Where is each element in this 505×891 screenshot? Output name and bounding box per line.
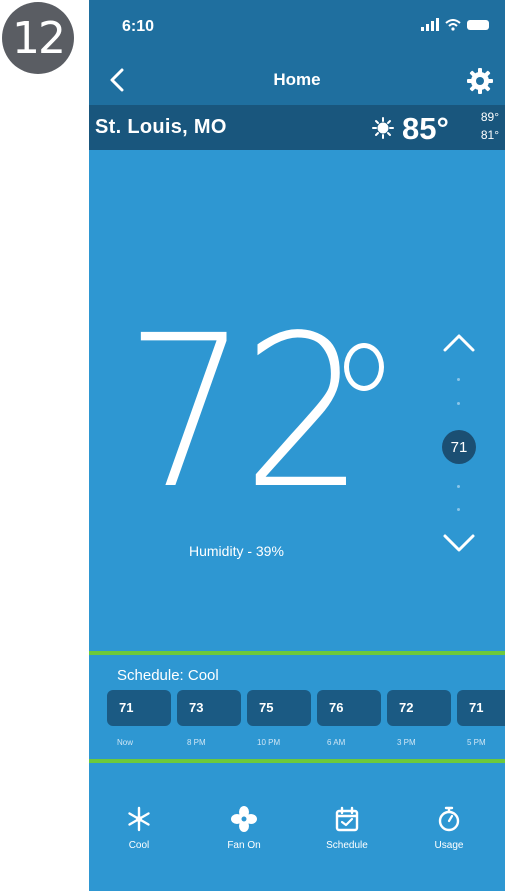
gear-icon[interactable] [465, 66, 495, 96]
fan-icon [231, 806, 257, 832]
city-name: St. Louis, MO [95, 116, 227, 138]
bottom-tab-bar: Cool Fan On Schedule Usage [89, 800, 505, 880]
degree-symbol [344, 343, 384, 391]
chevron-down-icon[interactable] [441, 530, 477, 556]
nav-bar: Home [89, 55, 505, 105]
setpoint-badge[interactable]: 71 [442, 430, 476, 464]
scale-dot [457, 508, 460, 511]
tab-schedule[interactable]: Schedule [307, 800, 387, 880]
page-title: Home [273, 70, 321, 89]
schedule-highlight-outline [89, 651, 505, 763]
scale-dot [457, 378, 460, 381]
scale-dot [457, 485, 460, 488]
sun-icon [372, 117, 394, 139]
phone-screen: 6:10 Home St. Louis, MO 85° 89° 81° 72 H… [89, 0, 505, 891]
stopwatch-icon [438, 806, 460, 832]
setpoint-control: 71 [434, 330, 484, 570]
wifi-icon [445, 18, 461, 31]
low-temperature: 81° [480, 128, 499, 142]
battery-icon [467, 19, 489, 30]
humidity-label: Humidity - 39% [189, 543, 284, 559]
chevron-up-icon[interactable] [441, 330, 477, 356]
step-number-badge: 12 [2, 2, 74, 74]
status-bar: 6:10 [89, 0, 505, 55]
outside-temperature: 85° [402, 111, 449, 146]
tab-label: Usage [434, 840, 464, 851]
tab-usage[interactable]: Usage [409, 800, 489, 880]
tab-fan-on[interactable]: Fan On [204, 800, 284, 880]
status-icons [421, 18, 489, 31]
scale-dot [457, 402, 460, 405]
tab-label: Cool [128, 840, 150, 851]
current-temperature: 72 [125, 290, 365, 535]
snowflake-icon [128, 806, 150, 832]
signal-icon [421, 18, 439, 31]
tab-label: Fan On [227, 840, 261, 851]
calendar-icon [335, 806, 359, 832]
tab-label: Schedule [326, 840, 368, 851]
weather-bar: St. Louis, MO 85° 89° 81° [89, 105, 505, 150]
status-time: 6:10 [122, 18, 155, 35]
tab-cool[interactable]: Cool [99, 800, 179, 880]
high-temperature: 89° [480, 110, 499, 124]
